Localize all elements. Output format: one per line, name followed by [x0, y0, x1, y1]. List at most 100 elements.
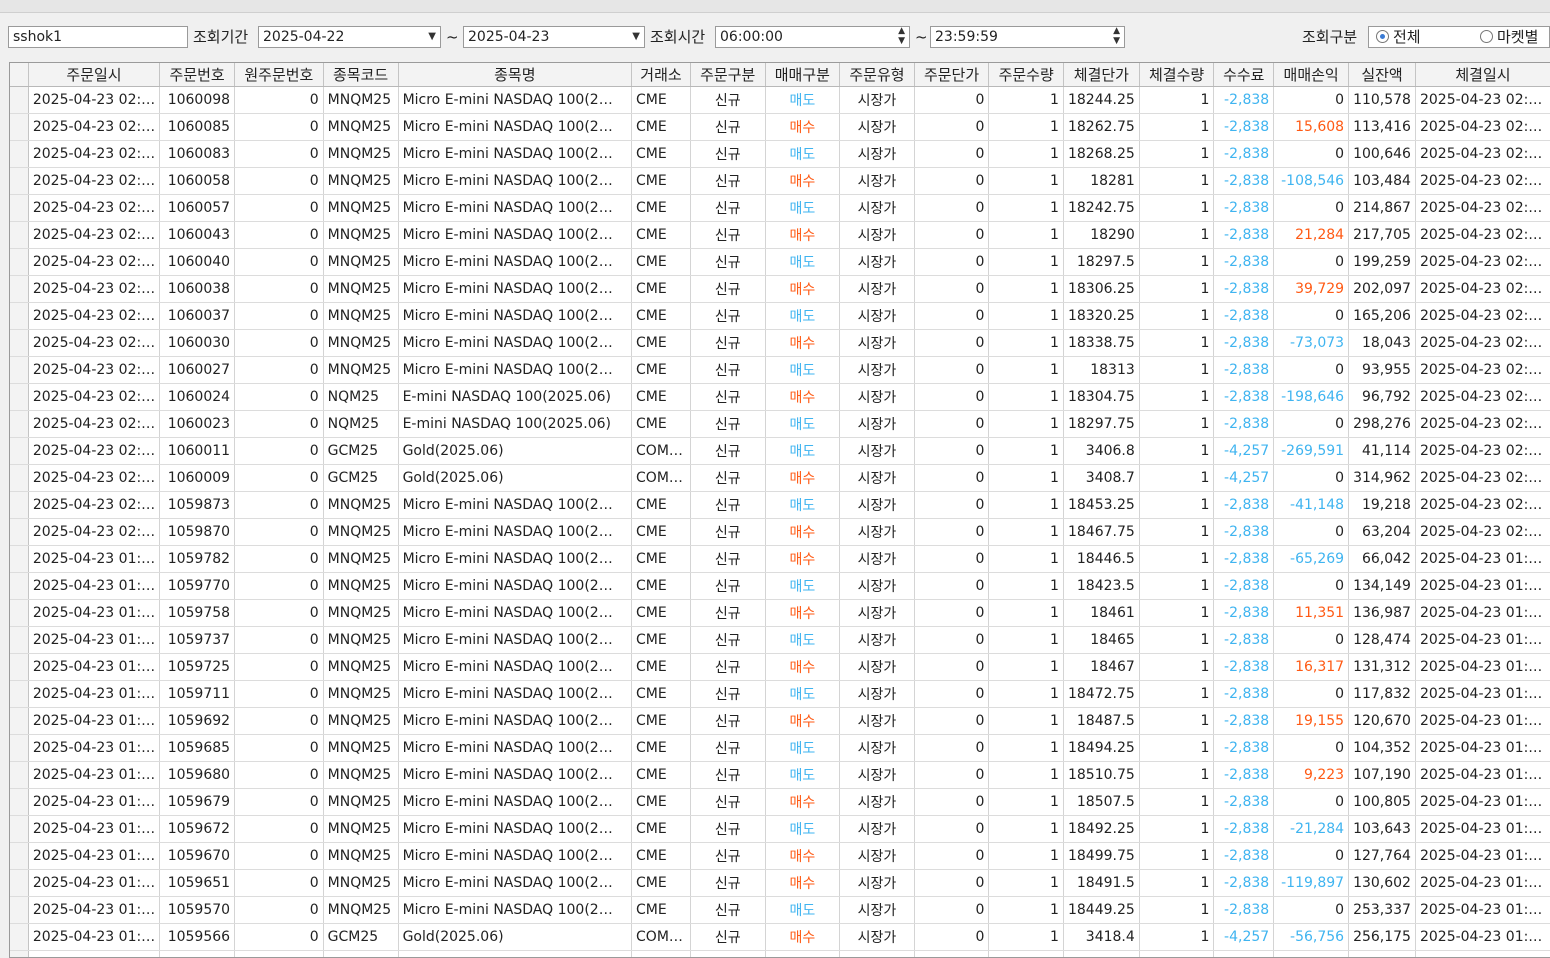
table-row[interactable]: 2025-04-23 01:…10596920MNQM25Micro E-min… — [10, 708, 1550, 735]
column-header-order-price[interactable]: 주문단가 — [914, 63, 989, 87]
table-row[interactable]: 2025-04-23 02:…10600110GCM25Gold(2025.06… — [10, 438, 1550, 465]
table-row[interactable]: 2025-04-23 01:…10597700MNQM25Micro E-min… — [10, 573, 1550, 600]
column-header-fee[interactable]: 수수료 — [1214, 63, 1274, 87]
spin-arrows-icon[interactable]: ▲▼ — [1113, 26, 1120, 46]
table-row[interactable]: 2025-04-23 01:…10596800MNQM25Micro E-min… — [10, 762, 1550, 789]
row-header[interactable] — [10, 465, 28, 492]
date-from-dropdown[interactable]: 2025-04-22 ▼ — [258, 26, 441, 48]
table-row[interactable]: 2025-04-23 01:…10597110MNQM25Micro E-min… — [10, 681, 1550, 708]
row-header[interactable] — [10, 546, 28, 573]
cell-order-kind: 신규 — [690, 816, 765, 843]
row-header[interactable] — [10, 816, 28, 843]
radio-all[interactable]: 전체 — [1376, 26, 1421, 48]
table-row[interactable]: 2025-04-23 02:…10598730MNQM25Micro E-min… — [10, 492, 1550, 519]
table-row[interactable]: 2025-04-23 01:…10596700MNQM25Micro E-min… — [10, 843, 1550, 870]
chevron-down-icon[interactable]: ▼ — [632, 27, 640, 47]
table-row[interactable]: 2025-04-23 01:…10595660GCM25Gold(2025.06… — [10, 924, 1550, 951]
table-row[interactable]: 2025-04-23 01:…10596850MNQM25Micro E-min… — [10, 735, 1550, 762]
table-row[interactable]: 2025-04-23 02:…10600980MNQM25Micro E-min… — [10, 87, 1550, 114]
row-header[interactable] — [10, 222, 28, 249]
table-row[interactable]: 2025-04-23 01:…10597820MNQM25Micro E-min… — [10, 546, 1550, 573]
row-header[interactable] — [10, 600, 28, 627]
cell-fill-qty: 1 — [1139, 708, 1214, 735]
table-row[interactable]: 2025-04-23 02:…10600230NQM25E-mini NASDA… — [10, 411, 1550, 438]
row-header[interactable] — [10, 384, 28, 411]
row-header[interactable] — [10, 330, 28, 357]
row-header[interactable] — [10, 519, 28, 546]
table-row[interactable]: 2025-04-23 02:…10600580MNQM25Micro E-min… — [10, 168, 1550, 195]
table-row[interactable]: 2025-04-23 01:…10596510MNQM25Micro E-min… — [10, 870, 1550, 897]
column-header-symbol-code[interactable]: 종목코드 — [323, 63, 398, 87]
row-header[interactable] — [10, 789, 28, 816]
row-header[interactable] — [10, 870, 28, 897]
row-header[interactable] — [10, 735, 28, 762]
radio-unselected-icon[interactable] — [1480, 30, 1493, 43]
table-row[interactable]: 2025-04-23 02:…10598700MNQM25Micro E-min… — [10, 519, 1550, 546]
account-input[interactable]: sshok1 — [8, 26, 188, 48]
column-header-fill-price[interactable]: 체결단가 — [1063, 63, 1139, 87]
column-header-order-kind[interactable]: 주문구분 — [690, 63, 765, 87]
column-header-orig-order-no[interactable]: 원주문번호 — [235, 63, 324, 87]
table-row[interactable]: 2025-04-23 02:…10600430MNQM25Micro E-min… — [10, 222, 1550, 249]
table-row[interactable]: 2025-04-23 02:…10600090GCM25Gold(2025.06… — [10, 465, 1550, 492]
table-row[interactable]: 2025-04-23 02:…10600270MNQM25Micro E-min… — [10, 357, 1550, 384]
table-row[interactable]: 2025-04-23 02:…10600570MNQM25Micro E-min… — [10, 195, 1550, 222]
row-header[interactable] — [10, 249, 28, 276]
row-header[interactable] — [10, 411, 28, 438]
row-header[interactable] — [10, 681, 28, 708]
row-header[interactable] — [10, 843, 28, 870]
row-header[interactable] — [10, 195, 28, 222]
column-header-order-qty[interactable]: 주문수량 — [989, 63, 1064, 87]
column-header-symbol-name[interactable]: 종목명 — [398, 63, 631, 87]
spin-arrows-icon[interactable]: ▲▼ — [898, 26, 905, 46]
table-row[interactable]: 2025-04-23 01:…10595650GCM25Gold(2025.06… — [10, 951, 1550, 958]
row-header[interactable] — [10, 141, 28, 168]
row-header[interactable] — [10, 762, 28, 789]
table-row[interactable]: 2025-04-23 02:…10600830MNQM25Micro E-min… — [10, 141, 1550, 168]
row-header[interactable] — [10, 573, 28, 600]
date-to-dropdown[interactable]: 2025-04-23 ▼ — [463, 26, 645, 48]
row-header[interactable] — [10, 627, 28, 654]
row-header[interactable] — [10, 654, 28, 681]
table-row[interactable]: 2025-04-23 02:…10600240NQM25E-mini NASDA… — [10, 384, 1550, 411]
column-header-order-type[interactable]: 주문유형 — [840, 63, 915, 87]
table-row[interactable]: 2025-04-23 02:…10600380MNQM25Micro E-min… — [10, 276, 1550, 303]
table-row[interactable]: 2025-04-23 02:…10600850MNQM25Micro E-min… — [10, 114, 1550, 141]
column-header-order-no[interactable]: 주문번호 — [160, 63, 235, 87]
column-header-pnl[interactable]: 매매손익 — [1274, 63, 1349, 87]
column-header-balance[interactable]: 실잔액 — [1349, 63, 1416, 87]
row-header[interactable] — [10, 357, 28, 384]
radio-market[interactable]: 마켓별 — [1480, 26, 1538, 48]
table-row[interactable]: 2025-04-23 01:…10597580MNQM25Micro E-min… — [10, 600, 1550, 627]
row-header[interactable] — [10, 87, 28, 114]
column-header-side[interactable]: 매매구분 — [765, 63, 840, 87]
row-header[interactable] — [10, 897, 28, 924]
radio-selected-icon[interactable] — [1376, 30, 1389, 43]
cell-order-price: 0 — [914, 897, 989, 924]
time-to-spinner[interactable]: 23:59:59 ▲▼ — [930, 26, 1125, 48]
table-row[interactable]: 2025-04-23 01:…10597250MNQM25Micro E-min… — [10, 654, 1550, 681]
row-header[interactable] — [10, 114, 28, 141]
table-row[interactable]: 2025-04-23 01:…10596720MNQM25Micro E-min… — [10, 816, 1550, 843]
row-header[interactable] — [10, 276, 28, 303]
table-row[interactable]: 2025-04-23 01:…10596790MNQM25Micro E-min… — [10, 789, 1550, 816]
row-header[interactable] — [10, 708, 28, 735]
table-row[interactable]: 2025-04-23 02:…10600370MNQM25Micro E-min… — [10, 303, 1550, 330]
column-header-exchange[interactable]: 거래소 — [632, 63, 691, 87]
row-header[interactable] — [10, 168, 28, 195]
row-header[interactable] — [10, 492, 28, 519]
table-row[interactable]: 2025-04-23 01:…10597370MNQM25Micro E-min… — [10, 627, 1550, 654]
row-header[interactable] — [10, 438, 28, 465]
table-row[interactable]: 2025-04-23 01:…10595700MNQM25Micro E-min… — [10, 897, 1550, 924]
row-header[interactable] — [10, 303, 28, 330]
row-header[interactable] — [10, 924, 28, 951]
table-row[interactable]: 2025-04-23 02:…10600400MNQM25Micro E-min… — [10, 249, 1550, 276]
row-header[interactable] — [10, 951, 28, 958]
chevron-down-icon[interactable]: ▼ — [428, 27, 436, 47]
column-header-fill-time[interactable]: 체결일시 — [1415, 63, 1550, 87]
column-header-order-time[interactable]: 주문일시 — [28, 63, 159, 87]
cell-fee: -2,838 — [1214, 600, 1274, 627]
time-from-spinner[interactable]: 06:00:00 ▲▼ — [715, 26, 910, 48]
table-row[interactable]: 2025-04-23 02:…10600300MNQM25Micro E-min… — [10, 330, 1550, 357]
column-header-fill-qty[interactable]: 체결수량 — [1139, 63, 1214, 87]
